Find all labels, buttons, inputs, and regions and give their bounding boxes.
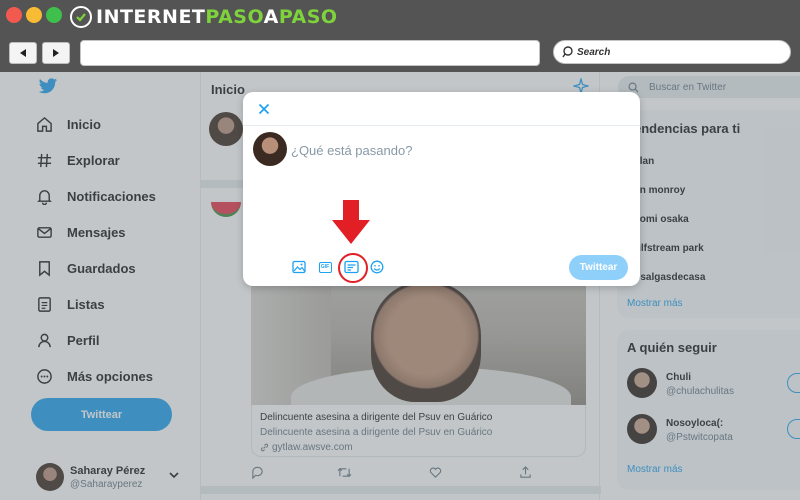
modal-header: [243, 92, 640, 126]
arrow-left-icon: [20, 49, 26, 57]
close-window-button[interactable]: [6, 7, 22, 23]
add-media-button[interactable]: [290, 258, 308, 276]
minimize-window-button[interactable]: [26, 7, 42, 23]
forward-button[interactable]: [42, 42, 70, 64]
logo-text: INTERNETPASOAPASO: [96, 6, 338, 28]
back-button[interactable]: [9, 42, 37, 64]
title-bar: INTERNETPASOAPASO: [0, 0, 800, 34]
site-logo: INTERNETPASOAPASO: [70, 5, 338, 29]
browser-toolbar: Search: [0, 38, 800, 68]
close-icon: [258, 103, 270, 115]
red-arrow-annotation-icon: [332, 200, 370, 244]
browser-search-label: Search: [577, 46, 611, 58]
add-emoji-button[interactable]: [368, 258, 386, 276]
avatar: [253, 132, 287, 166]
logo-check-icon: [70, 6, 92, 28]
browser-search-box[interactable]: Search: [553, 40, 791, 64]
maximize-window-button[interactable]: [46, 7, 62, 23]
compose-tweet-input[interactable]: [291, 140, 621, 160]
arrow-right-icon: [53, 49, 59, 57]
submit-tweet-button[interactable]: Twittear: [569, 255, 628, 280]
address-bar[interactable]: [80, 40, 540, 66]
compose-tweet-modal: GIF Twittear: [243, 92, 640, 286]
emoji-icon: [370, 260, 384, 274]
browser-chrome: INTERNETPASOAPASO Search: [0, 0, 800, 72]
image-icon: [292, 260, 306, 274]
gif-icon: GIF: [318, 261, 332, 273]
search-icon: [562, 46, 573, 58]
add-gif-button[interactable]: GIF: [316, 258, 334, 276]
highlight-circle-annotation: [338, 253, 368, 283]
close-modal-button[interactable]: [255, 100, 273, 118]
